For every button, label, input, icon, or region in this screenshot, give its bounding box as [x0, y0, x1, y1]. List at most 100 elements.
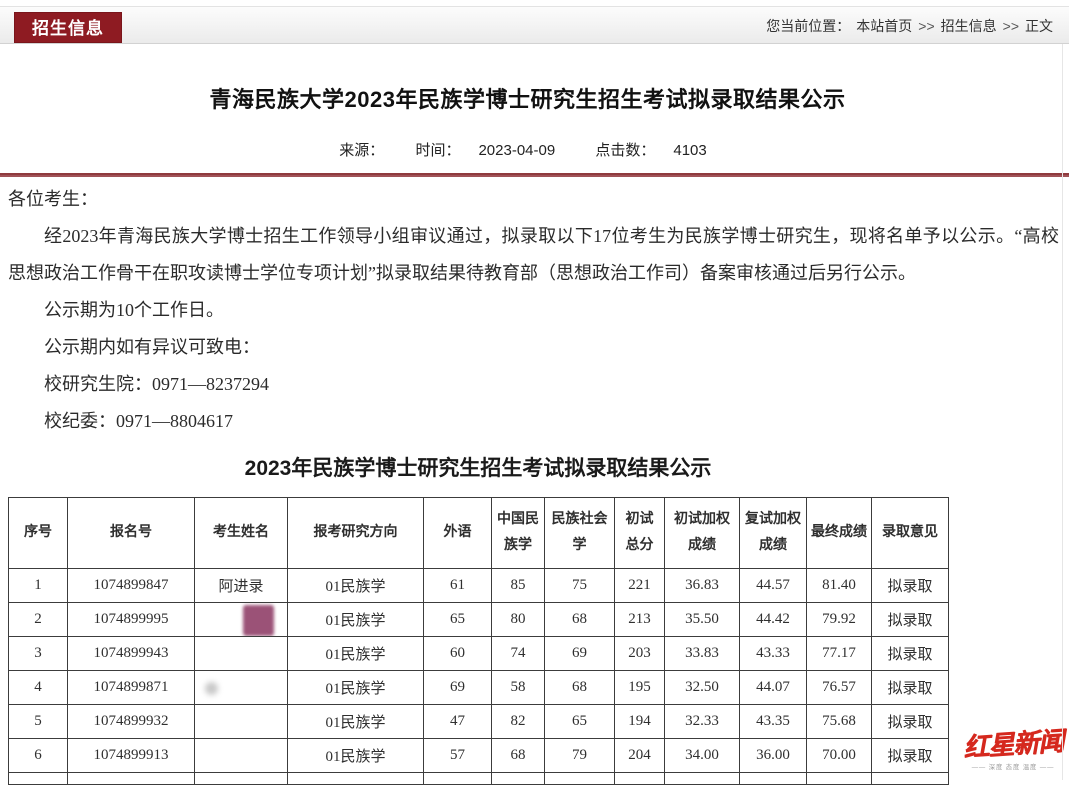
table-cell [740, 773, 807, 785]
table-cell: 79 [545, 739, 615, 773]
table-cell: 1074899871 [68, 671, 195, 705]
table-cell [288, 773, 424, 785]
table-cell: 1074899943 [68, 637, 195, 671]
top-section-bar: 招生信息 您当前位置： 本站首页 >> 招生信息 >> 正文 [0, 6, 1069, 44]
table-cell: 65 [545, 705, 615, 739]
table-cell: 76.57 [807, 671, 872, 705]
table-cell: 75 [545, 569, 615, 603]
table-cell: 1 [9, 569, 68, 603]
table-cell: 79.92 [807, 603, 872, 637]
table-body: 11074899847阿进录01民族学61857522136.8344.5781… [9, 569, 949, 785]
table-cell: 36.00 [740, 739, 807, 773]
paragraph-salutation: 各位考生： [8, 181, 1059, 218]
table-cell: 拟录取 [872, 671, 949, 705]
table-cell: 1074899995 [68, 603, 195, 637]
table-cell [615, 773, 665, 785]
candidate-name-cell [195, 671, 288, 705]
table-cell: 拟录取 [872, 739, 949, 773]
table-cell: 68 [492, 739, 545, 773]
table-cell [68, 773, 195, 785]
table-cell: 81.40 [807, 569, 872, 603]
table-cell: 85 [492, 569, 545, 603]
table-cell: 80 [492, 603, 545, 637]
meta-time: 时间：2023-04-09 [406, 142, 564, 159]
table-cell: 194 [615, 705, 665, 739]
table-cell: 69 [424, 671, 492, 705]
table-cell: 203 [615, 637, 665, 671]
candidate-name-cell: 阿进录 [195, 569, 288, 603]
table-cell: 43.35 [740, 705, 807, 739]
breadcrumb: 您当前位置： 本站首页 >> 招生信息 >> 正文 [766, 7, 1053, 45]
column-header: 复试加权成绩 [740, 498, 807, 569]
candidate-name-cell [195, 637, 288, 671]
table-cell: 拟录取 [872, 603, 949, 637]
column-header: 报考研究方向 [288, 498, 424, 569]
table-cell: 33.83 [665, 637, 740, 671]
table-cell [195, 773, 288, 785]
table-cell: 44.42 [740, 603, 807, 637]
table-cell: 47 [424, 705, 492, 739]
table-cell [872, 773, 949, 785]
section-badge-admissions-info[interactable]: 招生信息 [14, 12, 122, 43]
column-header: 录取意见 [872, 498, 949, 569]
table-cell: 195 [615, 671, 665, 705]
table-cell: 34.00 [665, 739, 740, 773]
table-cell: 70.00 [807, 739, 872, 773]
column-header: 初试加权成绩 [665, 498, 740, 569]
column-header: 报名号 [68, 498, 195, 569]
table-cell: 44.57 [740, 569, 807, 603]
results-table-title: 2023年民族学博士研究生招生考试拟录取结果公示 [0, 452, 956, 482]
paragraph-graduate-school-phone: 校研究生院：0971—8237294 [8, 366, 1059, 403]
table-row: 3107489994301民族学60746920333.8343.3377.17… [9, 637, 949, 671]
table-cell: 01民族学 [288, 739, 424, 773]
table-cell: 1074899913 [68, 739, 195, 773]
table-cell: 43.33 [740, 637, 807, 671]
table-cell: 36.83 [665, 569, 740, 603]
table-cell [665, 773, 740, 785]
table-cell [807, 773, 872, 785]
breadcrumb-item-home[interactable]: 本站首页 [856, 16, 912, 36]
table-cell: 57 [424, 739, 492, 773]
table-cell: 2 [9, 603, 68, 637]
table-cell: 01民族学 [288, 705, 424, 739]
table-cell: 4 [9, 671, 68, 705]
table-cell: 35.50 [665, 603, 740, 637]
table-cell: 32.50 [665, 671, 740, 705]
column-header: 民族社会学 [545, 498, 615, 569]
table-header-row: 序号报名号考生姓名报考研究方向外语中国民族学民族社会学初试总分初试加权成绩复试加… [9, 498, 949, 569]
table-cell: 61 [424, 569, 492, 603]
table-cell: 65 [424, 603, 492, 637]
column-header: 最终成绩 [807, 498, 872, 569]
candidate-name-cell [195, 739, 288, 773]
column-header: 中国民族学 [492, 498, 545, 569]
breadcrumb-separator: >> [1003, 18, 1019, 34]
breadcrumb-label: 您当前位置： [766, 16, 850, 36]
table-cell: 1074899847 [68, 569, 195, 603]
meta-source-label: 来源： [339, 142, 384, 159]
breadcrumb-separator: >> [918, 18, 934, 34]
table-row-partial [9, 773, 949, 785]
red-divider [0, 173, 1069, 177]
red-star-news-logo: 红星新闻 [962, 721, 1064, 765]
page-edge-divider [1062, 44, 1063, 780]
column-header: 初试总分 [615, 498, 665, 569]
paragraph-announcement: 经2023年青海民族大学博士招生工作领导小组审议通过，拟录取以下17位考生为民族… [8, 218, 1059, 292]
table-cell: 75.68 [807, 705, 872, 739]
page-title: 青海民族大学2023年民族学博士研究生招生考试拟录取结果公示 [0, 82, 1055, 114]
table-cell: 01民族学 [288, 637, 424, 671]
table-cell: 221 [615, 569, 665, 603]
breadcrumb-item-article[interactable]: 正文 [1025, 16, 1053, 36]
paragraph-publicity-period: 公示期为10个工作日。 [8, 292, 1059, 329]
table-row: 5107489993201民族学47826519432.3343.3575.68… [9, 705, 949, 739]
table-cell: 6 [9, 739, 68, 773]
table-cell [9, 773, 68, 785]
breadcrumb-item-admissions[interactable]: 招生信息 [941, 16, 997, 36]
table-cell: 74 [492, 637, 545, 671]
table-cell: 32.33 [665, 705, 740, 739]
table-cell: 69 [545, 637, 615, 671]
table-cell: 3 [9, 637, 68, 671]
column-header: 序号 [9, 498, 68, 569]
red-star-news-tagline: —— 深度 态度 温度 —— [965, 763, 1060, 772]
table-cell: 68 [545, 671, 615, 705]
column-header: 考生姓名 [195, 498, 288, 569]
